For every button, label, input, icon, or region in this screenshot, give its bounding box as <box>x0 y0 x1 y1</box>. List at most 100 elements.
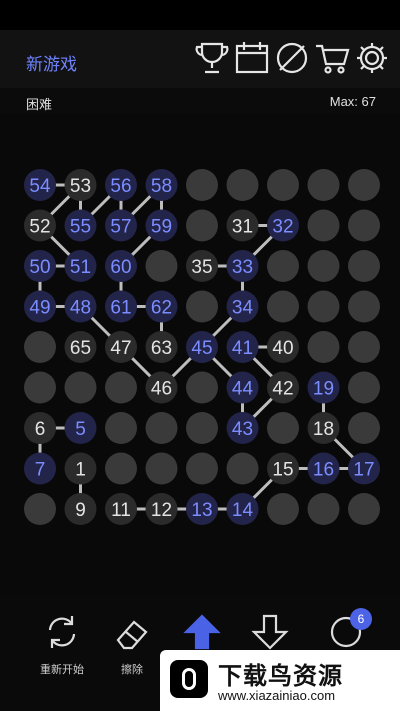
given-number-cell[interactable]: 47 <box>105 331 137 363</box>
placed-number-cell[interactable]: 61 <box>105 290 137 323</box>
placed-number-cell[interactable]: 33 <box>226 250 259 282</box>
new-game-button[interactable]: 新游戏 <box>26 50 77 75</box>
empty-cell[interactable] <box>348 169 380 201</box>
given-number-cell[interactable]: 53 <box>64 169 97 201</box>
placed-number-cell[interactable]: 44 <box>226 371 259 404</box>
empty-cell[interactable] <box>348 493 380 525</box>
empty-cell[interactable] <box>348 371 380 404</box>
given-number-cell[interactable]: 1 <box>64 452 97 485</box>
cell-number: 56 <box>110 176 131 197</box>
given-number-cell[interactable]: 11 <box>105 493 137 525</box>
empty-cell[interactable] <box>267 412 299 444</box>
empty-cell[interactable] <box>145 412 178 444</box>
empty-cell[interactable] <box>24 493 56 525</box>
placed-number-cell[interactable]: 51 <box>64 250 97 282</box>
empty-cell[interactable] <box>145 250 178 282</box>
placed-number-cell[interactable]: 14 <box>226 493 259 525</box>
cart-icon[interactable] <box>314 38 350 78</box>
placed-number-cell[interactable]: 43 <box>226 412 259 444</box>
empty-cell[interactable] <box>348 331 380 363</box>
empty-cell[interactable] <box>307 493 340 525</box>
empty-cell[interactable] <box>186 452 218 485</box>
placed-number-cell[interactable]: 58 <box>145 169 178 201</box>
empty-cell[interactable] <box>105 412 137 444</box>
empty-cell[interactable] <box>226 452 259 485</box>
placed-number-cell[interactable]: 5 <box>64 412 97 444</box>
given-number-cell[interactable]: 42 <box>267 371 299 404</box>
erase-button[interactable]: 擦除 <box>102 612 162 677</box>
empty-cell[interactable] <box>267 250 299 282</box>
empty-cell[interactable] <box>24 331 56 363</box>
empty-cell[interactable] <box>145 452 178 485</box>
cell-number: 57 <box>110 217 131 238</box>
empty-cell[interactable] <box>186 169 218 201</box>
empty-cell[interactable] <box>307 290 340 323</box>
empty-cell[interactable] <box>348 290 380 323</box>
empty-cell[interactable] <box>226 169 259 201</box>
cell-number: 17 <box>353 460 374 481</box>
empty-cell[interactable] <box>186 290 218 323</box>
gear-icon[interactable] <box>354 38 390 78</box>
given-number-cell[interactable]: 12 <box>145 493 178 525</box>
empty-cell[interactable] <box>267 169 299 201</box>
empty-cell[interactable] <box>105 452 137 485</box>
empty-cell[interactable] <box>348 250 380 282</box>
placed-number-cell[interactable]: 60 <box>105 250 137 282</box>
placed-number-cell[interactable]: 34 <box>226 290 259 323</box>
empty-cell[interactable] <box>348 412 380 444</box>
given-number-cell[interactable]: 9 <box>64 493 97 525</box>
empty-cell[interactable] <box>307 250 340 282</box>
placed-number-cell[interactable]: 55 <box>64 209 97 242</box>
placed-number-cell[interactable]: 16 <box>307 452 340 485</box>
cell-number: 42 <box>272 379 293 400</box>
empty-cell[interactable] <box>307 169 340 201</box>
given-number-cell[interactable]: 18 <box>307 412 340 444</box>
given-number-cell[interactable]: 40 <box>267 331 299 363</box>
given-number-cell[interactable]: 31 <box>226 209 259 242</box>
arrow-up-icon <box>183 614 221 650</box>
placed-number-cell[interactable]: 57 <box>105 209 137 242</box>
given-number-cell[interactable]: 63 <box>145 331 178 363</box>
empty-cell[interactable] <box>64 371 97 404</box>
given-number-cell[interactable]: 15 <box>267 452 299 485</box>
placed-number-cell[interactable]: 13 <box>186 493 218 525</box>
cell-number: 47 <box>110 338 131 359</box>
empty-cell[interactable] <box>186 371 218 404</box>
given-number-cell[interactable]: 52 <box>24 209 56 242</box>
empty-cell[interactable] <box>267 493 299 525</box>
given-number-cell[interactable]: 46 <box>145 371 178 404</box>
watermark-url: www.xiazainiao.com <box>218 688 336 703</box>
given-number-cell[interactable]: 65 <box>64 331 97 363</box>
placed-number-cell[interactable]: 32 <box>267 209 299 242</box>
placed-number-cell[interactable]: 49 <box>24 290 56 323</box>
empty-cell[interactable] <box>307 331 340 363</box>
placed-number-cell[interactable]: 41 <box>226 331 259 363</box>
placed-number-cell[interactable]: 7 <box>24 452 56 485</box>
empty-cell[interactable] <box>307 209 340 242</box>
cell-number: 59 <box>151 217 172 238</box>
restart-button[interactable]: 重新开始 <box>32 612 92 677</box>
empty-cell[interactable] <box>105 371 137 404</box>
empty-cell[interactable] <box>267 290 299 323</box>
no-theme-icon[interactable] <box>274 38 310 78</box>
placed-number-cell[interactable]: 62 <box>145 290 178 323</box>
placed-number-cell[interactable]: 45 <box>186 331 218 363</box>
placed-number-cell[interactable]: 48 <box>64 290 97 323</box>
empty-cell[interactable] <box>186 412 218 444</box>
empty-cell[interactable] <box>24 371 56 404</box>
placed-number-cell[interactable]: 56 <box>105 169 137 201</box>
placed-number-cell[interactable]: 54 <box>24 169 56 201</box>
empty-cell[interactable] <box>186 209 218 242</box>
cell-number: 50 <box>29 257 50 278</box>
max-number-label: Max: 67 <box>329 94 376 109</box>
placed-number-cell[interactable]: 19 <box>307 371 340 404</box>
given-number-cell[interactable]: 35 <box>186 250 218 282</box>
trophy-icon[interactable] <box>194 38 230 78</box>
placed-number-cell[interactable]: 59 <box>145 209 178 242</box>
cell-number: 54 <box>29 176 51 197</box>
placed-number-cell[interactable]: 50 <box>24 250 56 282</box>
calendar-icon[interactable] <box>234 38 270 78</box>
given-number-cell[interactable]: 6 <box>24 412 56 444</box>
empty-cell[interactable] <box>348 209 380 242</box>
placed-number-cell[interactable]: 17 <box>348 452 380 485</box>
